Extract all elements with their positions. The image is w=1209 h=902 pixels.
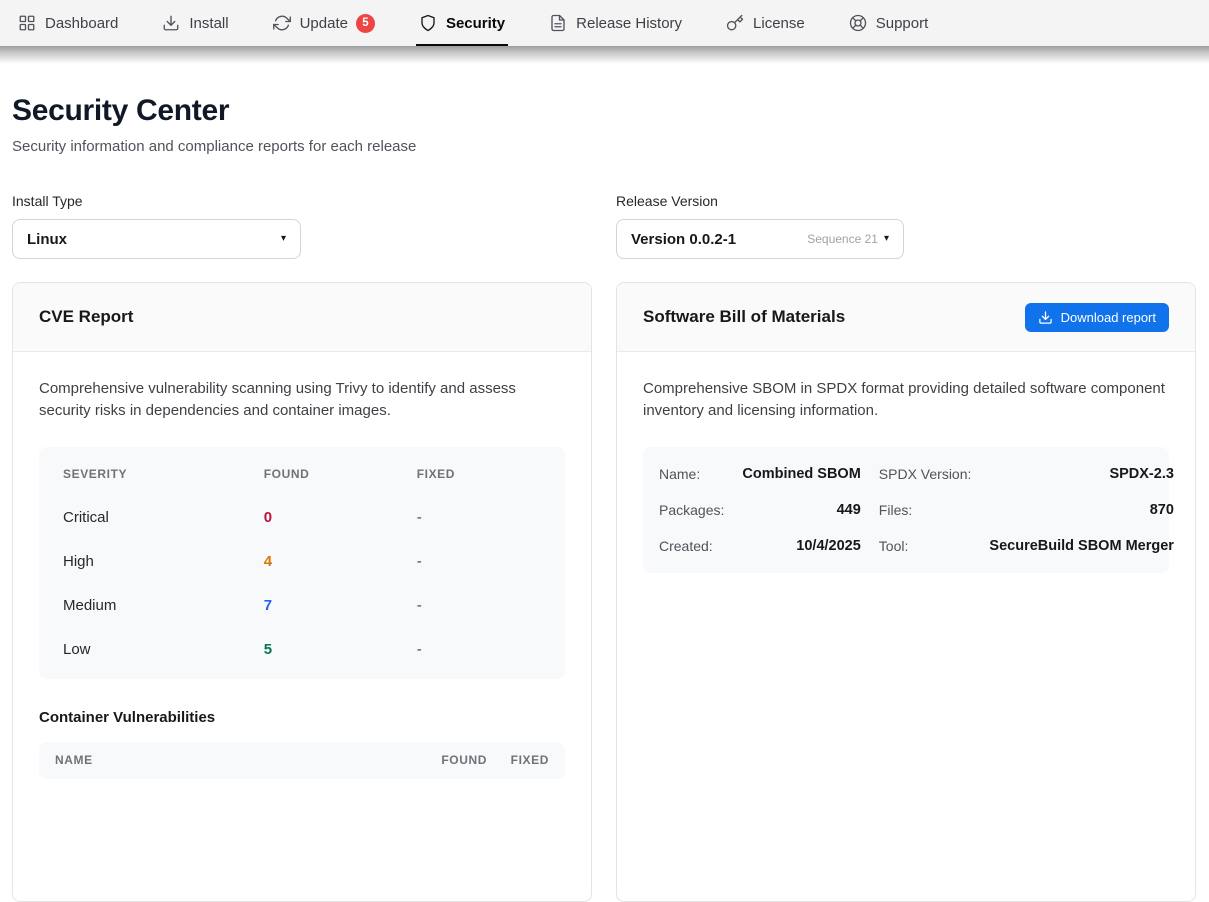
severity-label: Critical — [63, 509, 264, 526]
cve-card-title: CVE Report — [39, 307, 133, 327]
sbom-details-grid: Name: Combined SBOM SPDX Version: SPDX-2… — [643, 447, 1169, 573]
sbom-card-title: Software Bill of Materials — [643, 307, 845, 327]
tab-license[interactable]: License — [726, 0, 805, 46]
download-icon — [162, 14, 180, 32]
severity-label: Medium — [63, 597, 264, 614]
install-type-filter: Install Type Linux ▾ — [12, 193, 592, 259]
detail-value: 449 — [742, 492, 860, 528]
sbom-card: Software Bill of Materials Download repo… — [616, 282, 1196, 902]
detail-value: Combined SBOM — [742, 456, 860, 492]
document-icon — [549, 14, 567, 32]
tab-update[interactable]: Update 5 — [273, 0, 375, 46]
refresh-icon — [273, 14, 291, 32]
release-version-select[interactable]: Version 0.0.2-1 Sequence 21 ▾ — [616, 219, 904, 259]
found-count: 5 — [264, 641, 417, 658]
detail-label: Packages: — [659, 492, 724, 528]
column-header: NAME — [55, 753, 395, 767]
install-type-value: Linux — [27, 231, 67, 248]
column-header: FIXED — [487, 753, 549, 767]
page-subtitle: Security information and compliance repo… — [12, 138, 1197, 155]
fixed-count: - — [417, 641, 541, 658]
tab-install[interactable]: Install — [162, 0, 228, 46]
detail-value: 10/4/2025 — [742, 528, 860, 564]
tab-release-history[interactable]: Release History — [549, 0, 682, 46]
tab-label: Dashboard — [45, 15, 118, 32]
tab-label: Security — [446, 15, 505, 32]
filters-row: Install Type Linux ▾ Release Version Ver… — [12, 193, 1197, 259]
release-version-label: Release Version — [616, 193, 1196, 209]
page-title: Security Center — [12, 94, 1197, 128]
main-content: Security Center Security information and… — [0, 94, 1209, 902]
lifebuoy-icon — [849, 14, 867, 32]
sbom-card-body: Comprehensive SBOM in SPDX format provid… — [617, 352, 1195, 599]
found-count: 0 — [264, 509, 417, 526]
chevron-down-icon: ▾ — [281, 234, 286, 244]
chevron-down-icon: ▾ — [884, 234, 889, 244]
update-count-badge: 5 — [356, 14, 375, 33]
sequence-label: Sequence 21 — [807, 232, 878, 246]
detail-label: Created: — [659, 528, 724, 564]
table-row: High 4 - — [39, 540, 565, 584]
tab-support[interactable]: Support — [849, 0, 929, 46]
detail-label: Name: — [659, 456, 724, 492]
release-version-value: Version 0.0.2-1 — [631, 231, 736, 248]
fixed-count: - — [417, 553, 541, 570]
detail-label: SPDX Version: — [879, 456, 972, 492]
sbom-description: Comprehensive SBOM in SPDX format provid… — [643, 378, 1169, 422]
tab-label: Release History — [576, 15, 682, 32]
found-count: 7 — [264, 597, 417, 614]
fixed-count: - — [417, 509, 541, 526]
detail-value: 870 — [989, 492, 1174, 528]
tab-label: License — [753, 15, 805, 32]
detail-value: SecureBuild SBOM Merger — [989, 528, 1174, 564]
severity-label: High — [63, 553, 264, 570]
install-type-label: Install Type — [12, 193, 592, 209]
column-header: FIXED — [417, 467, 541, 481]
download-report-label: Download report — [1061, 310, 1156, 325]
cve-report-card: CVE Report Comprehensive vulnerability s… — [12, 282, 592, 902]
container-vulnerabilities-table-header: NAME FOUND FIXED — [39, 742, 565, 779]
fixed-count: - — [417, 597, 541, 614]
download-icon — [1038, 310, 1053, 325]
shield-icon — [419, 14, 437, 32]
cve-card-body: Comprehensive vulnerability scanning usi… — [13, 352, 591, 805]
cve-description: Comprehensive vulnerability scanning usi… — [39, 378, 565, 422]
tab-security[interactable]: Security — [419, 0, 505, 46]
download-report-button[interactable]: Download report — [1025, 303, 1169, 332]
table-row: Critical 0 - — [39, 496, 565, 540]
tab-label: Support — [876, 15, 929, 32]
tab-dashboard[interactable]: Dashboard — [18, 0, 118, 46]
severity-label: Low — [63, 641, 264, 658]
detail-label: Tool: — [879, 528, 972, 564]
cards-row: CVE Report Comprehensive vulnerability s… — [12, 282, 1197, 902]
release-version-filter: Release Version Version 0.0.2-1 Sequence… — [616, 193, 1196, 259]
column-header: SEVERITY — [63, 467, 264, 481]
top-navigation: Dashboard Install Update 5 Security Rele… — [0, 0, 1209, 46]
column-header: FOUND — [395, 753, 487, 767]
severity-table: SEVERITY FOUND FIXED Critical 0 - High 4… — [39, 447, 565, 679]
detail-label: Files: — [879, 492, 972, 528]
dashboard-grid-icon — [18, 14, 36, 32]
column-header: FOUND — [264, 467, 417, 481]
tab-label: Install — [189, 15, 228, 32]
severity-table-header: SEVERITY FOUND FIXED — [39, 452, 565, 496]
sbom-card-header: Software Bill of Materials Download repo… — [617, 283, 1195, 352]
nav-scroll-shadow — [0, 46, 1209, 64]
install-type-select[interactable]: Linux ▾ — [12, 219, 301, 259]
found-count: 4 — [264, 553, 417, 570]
table-row: Medium 7 - — [39, 584, 565, 628]
table-row: Low 5 - — [39, 628, 565, 672]
detail-value: SPDX-2.3 — [989, 456, 1174, 492]
container-vulnerabilities-title: Container Vulnerabilities — [39, 709, 565, 726]
key-icon — [726, 14, 744, 32]
cve-card-header: CVE Report — [13, 283, 591, 352]
tab-label: Update — [300, 15, 348, 32]
